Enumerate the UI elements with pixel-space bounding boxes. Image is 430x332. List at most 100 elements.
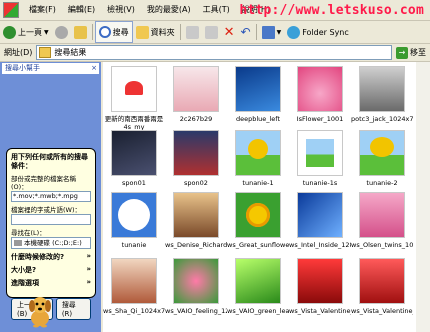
undo-button[interactable]: ↶ <box>238 22 254 42</box>
file-item[interactable]: potc3_jack_1024x768 <box>351 66 413 123</box>
go-arrow-icon: → <box>396 46 408 59</box>
file-item[interactable]: 更新的南西兩番兩是4s_my <box>103 66 165 131</box>
file-item[interactable]: deepblue_left <box>227 66 289 123</box>
vertical-scrollbar[interactable] <box>416 62 430 332</box>
file-name: tunanie-2 <box>366 179 398 187</box>
back-arrow-icon <box>3 25 16 39</box>
file-thumbnail <box>297 66 343 112</box>
search-folder-icon <box>39 47 52 58</box>
file-name: ws_Olsen_twins_1024... <box>351 241 413 249</box>
file-list-view: 更新的南西兩番兩是4s_my 2c267b29 deepblue_left Is… <box>103 62 430 332</box>
file-item[interactable]: ws_VAIO_green_leafs_... <box>227 258 289 315</box>
file-name: 更新的南西兩番兩是4s_my <box>104 115 164 131</box>
menu-tools[interactable]: 工具(T) <box>197 0 236 20</box>
file-item[interactable]: ws_Intel_Inside_1280x... <box>289 192 351 249</box>
file-name: ws_Denise_Richards_1... <box>165 241 227 249</box>
file-name: potc3_jack_1024x768 <box>351 115 413 123</box>
file-name: ws_VAIO_green_leafs_... <box>227 307 289 315</box>
file-name: ws_Sha_Qi_1024x768 <box>103 307 165 315</box>
chevron-down-icon: ▼ <box>44 28 49 36</box>
search-dog-icon[interactable] <box>26 294 54 328</box>
up-folder-icon <box>73 25 87 39</box>
up-folder-button[interactable] <box>71 22 90 42</box>
file-thumbnail <box>111 192 157 238</box>
file-item[interactable]: spon01 <box>103 130 165 187</box>
sync-icon <box>287 25 301 39</box>
file-name: spon01 <box>122 179 146 187</box>
file-thumbnail <box>111 66 157 112</box>
search-icon <box>98 26 111 38</box>
name-label: 部份或完整的檔案名稱(O)： <box>11 175 76 191</box>
watermark-url: http://www.letskuso.com <box>239 3 424 18</box>
address-field[interactable]: 搜尋結果 <box>36 45 392 60</box>
folder-sync-button[interactable]: Folder Sync <box>284 22 352 42</box>
file-name: tunanie <box>121 241 147 249</box>
search-options-bubble: 用下列任何或所有的搜尋條件： 部份或完整的檔案名稱(O)： *.mov;*.mw… <box>6 148 96 320</box>
menu-favorites[interactable]: 我的最愛(A) <box>141 0 197 20</box>
file-item[interactable]: ws_Sha_Qi_1024x768 <box>103 258 165 315</box>
forward-arrow-icon <box>54 25 68 39</box>
file-item[interactable]: ws_Vista_Valentine_14... <box>351 258 413 315</box>
size-option[interactable]: 大小是?» <box>11 265 91 275</box>
back-button[interactable]: 上一頁 ▼ <box>0 22 52 42</box>
menu-edit[interactable]: 編輯(E) <box>62 0 101 20</box>
file-name: spon02 <box>184 179 208 187</box>
menu-view[interactable]: 檢視(V) <box>101 0 141 20</box>
file-thumbnail <box>297 192 343 238</box>
file-thumbnail <box>297 130 343 176</box>
search-question: 用下列任何或所有的搜尋條件： <box>11 153 88 170</box>
file-thumbnail <box>235 130 281 176</box>
file-item[interactable]: ws_VAIO_feeling_128... <box>165 258 227 315</box>
chevron-down-icon: ▼ <box>276 28 282 36</box>
views-button[interactable]: ▼ <box>259 22 285 42</box>
file-item[interactable]: ws_Denise_Richards_1... <box>165 192 227 249</box>
file-name: ws_Great_sunflower_1... <box>227 241 289 249</box>
chevron-down-icon: » <box>86 265 91 273</box>
file-name: ws_VAIO_feeling_128... <box>165 307 227 315</box>
file-name: 2c267b29 <box>179 115 213 123</box>
address-bar: 網址(D) 搜尋結果 → 移至 <box>0 44 430 62</box>
file-item[interactable]: ws_Great_sunflower_1... <box>227 192 289 249</box>
toolbar-divider <box>255 24 257 40</box>
copy-to-button[interactable] <box>202 22 221 42</box>
file-item[interactable]: IsFlower_1001 <box>289 66 351 123</box>
toolbar: 上一頁 ▼ 搜尋 資料夾 ✕ ↶ ▼ Folder Sync <box>0 21 430 44</box>
file-name: IsFlower_1001 <box>296 115 344 123</box>
file-name: ws_Intel_Inside_1280x... <box>289 241 351 249</box>
lookin-select[interactable]: 本機硬碟 (C:;D:;E:) <box>11 237 91 249</box>
file-name: tunanie-1s <box>302 179 338 187</box>
file-item[interactable]: ws_Olsen_twins_1024... <box>351 192 413 249</box>
go-button[interactable]: → 移至 <box>396 46 426 59</box>
file-item[interactable]: tunanie-2 <box>351 130 413 187</box>
phrase-label: 檔案裡的字或片語(W)： <box>11 206 81 214</box>
file-thumbnail <box>111 258 157 304</box>
file-item[interactable]: tunanie-1 <box>227 130 289 187</box>
phrase-input[interactable] <box>11 214 91 225</box>
file-item[interactable]: tunanie <box>103 192 165 249</box>
undo-icon: ↶ <box>240 25 251 39</box>
file-thumbnail <box>297 258 343 304</box>
file-name: deepblue_left <box>235 115 281 123</box>
toolbar-divider <box>91 24 93 40</box>
file-thumbnail <box>359 66 405 112</box>
copy-to-icon <box>204 25 218 39</box>
delete-button[interactable]: ✕ <box>221 22 238 42</box>
when-modified-option[interactable]: 什麼時候修改的?» <box>11 252 91 262</box>
file-item[interactable]: tunanie-1s <box>289 130 351 187</box>
forward-button[interactable] <box>52 22 71 42</box>
file-thumbnail <box>235 192 281 238</box>
menu-file[interactable]: 檔案(F) <box>23 0 62 20</box>
folders-button[interactable]: 資料夾 <box>133 22 178 42</box>
file-item[interactable]: 2c267b29 <box>165 66 227 123</box>
file-item[interactable]: ws_Vista_Valentine_12... <box>289 258 351 315</box>
advanced-option[interactable]: 進階選項» <box>11 278 91 288</box>
file-item[interactable]: spon02 <box>165 130 227 187</box>
search-button[interactable]: 搜尋 <box>94 21 133 43</box>
filename-input[interactable]: *.mov;*.mwb;*.mpg <box>11 191 91 202</box>
move-to-button[interactable] <box>183 22 202 42</box>
folder-icon <box>135 25 149 39</box>
close-icon[interactable]: × <box>91 63 97 74</box>
chevron-down-icon: » <box>86 252 91 260</box>
hard-drive-icon <box>14 240 22 246</box>
search-submit-button[interactable]: 搜尋(R) <box>55 298 91 320</box>
